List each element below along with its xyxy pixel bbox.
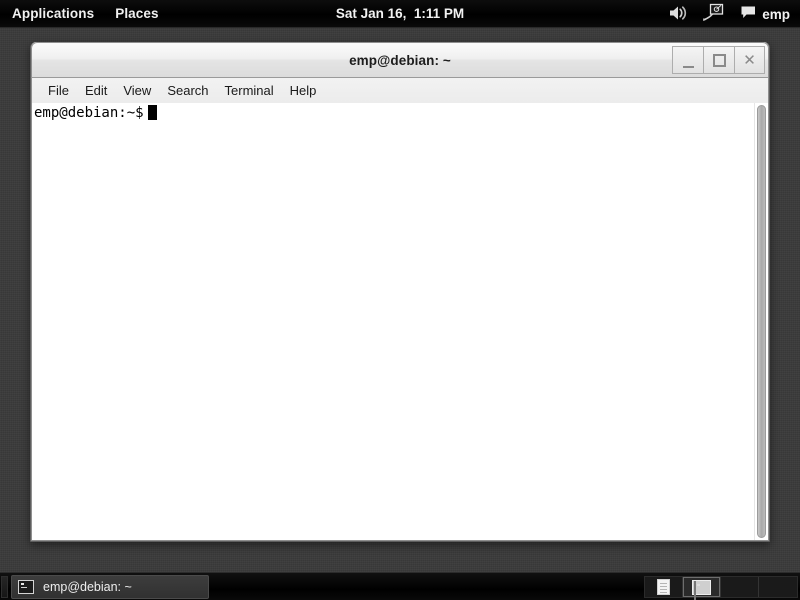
scrollbar-thumb[interactable] <box>757 105 766 538</box>
chat-bubble-icon <box>740 5 757 23</box>
window-list: emp@debian: ~ <box>11 574 209 599</box>
close-icon: ✕ <box>743 50 756 69</box>
workspace-1[interactable] <box>645 577 683 597</box>
workspace-switcher <box>644 576 798 600</box>
applications-menu[interactable]: Applications <box>3 3 103 25</box>
terminal-window[interactable]: emp@debian: ~ ✕ File Edit View Search Te… <box>30 42 770 542</box>
terminal-scrollbar[interactable] <box>754 103 768 540</box>
menu-edit[interactable]: Edit <box>77 80 115 102</box>
network-wired-icon <box>702 3 726 26</box>
terminal-icon <box>18 579 34 594</box>
menu-help[interactable]: Help <box>282 80 325 102</box>
workspace-3[interactable] <box>721 577 759 597</box>
system-tray: emp <box>662 0 796 28</box>
window-titlebar[interactable]: emp@debian: ~ ✕ <box>31 42 769 78</box>
minimize-button[interactable] <box>672 46 703 74</box>
document-window-thumbnail-icon <box>657 579 670 595</box>
workspace-2[interactable] <box>683 577 721 600</box>
shell-prompt: emp@debian:~$ <box>34 105 144 121</box>
user-name-label: emp <box>762 6 790 22</box>
menu-search[interactable]: Search <box>159 80 216 102</box>
window-title: emp@debian: ~ <box>349 52 451 68</box>
speaker-volume-icon <box>668 4 688 25</box>
menu-file[interactable]: File <box>40 80 77 102</box>
show-desktop-button[interactable] <box>1 575 8 598</box>
minimize-icon <box>682 66 694 68</box>
text-cursor <box>147 105 157 120</box>
places-menu[interactable]: Places <box>106 3 167 25</box>
terminal-output[interactable]: emp@debian:~$ <box>32 103 754 540</box>
window-menubar: File Edit View Search Terminal Help <box>31 78 769 103</box>
terminal-window-thumbnail-icon <box>692 579 711 600</box>
window-controls: ✕ <box>672 46 765 74</box>
volume-tray-button[interactable] <box>662 2 694 26</box>
network-tray-button[interactable] <box>696 2 732 26</box>
maximize-button[interactable] <box>703 46 734 74</box>
workspace-4[interactable] <box>759 577 797 597</box>
maximize-icon <box>712 53 726 67</box>
taskbar-item-terminal[interactable]: emp@debian: ~ <box>11 574 209 599</box>
panel-menu-group: Applications Places <box>0 3 168 25</box>
user-menu-button[interactable]: emp <box>734 2 796 26</box>
top-panel: Applications Places Sat Jan 16, 1:11 PM <box>0 0 800 28</box>
terminal-content-area[interactable]: emp@debian:~$ <box>31 103 769 541</box>
menu-view[interactable]: View <box>115 80 159 102</box>
taskbar-item-label: emp@debian: ~ <box>43 579 132 594</box>
close-button[interactable]: ✕ <box>734 46 765 74</box>
menu-terminal[interactable]: Terminal <box>217 80 282 102</box>
bottom-panel: emp@debian: ~ <box>0 572 800 600</box>
